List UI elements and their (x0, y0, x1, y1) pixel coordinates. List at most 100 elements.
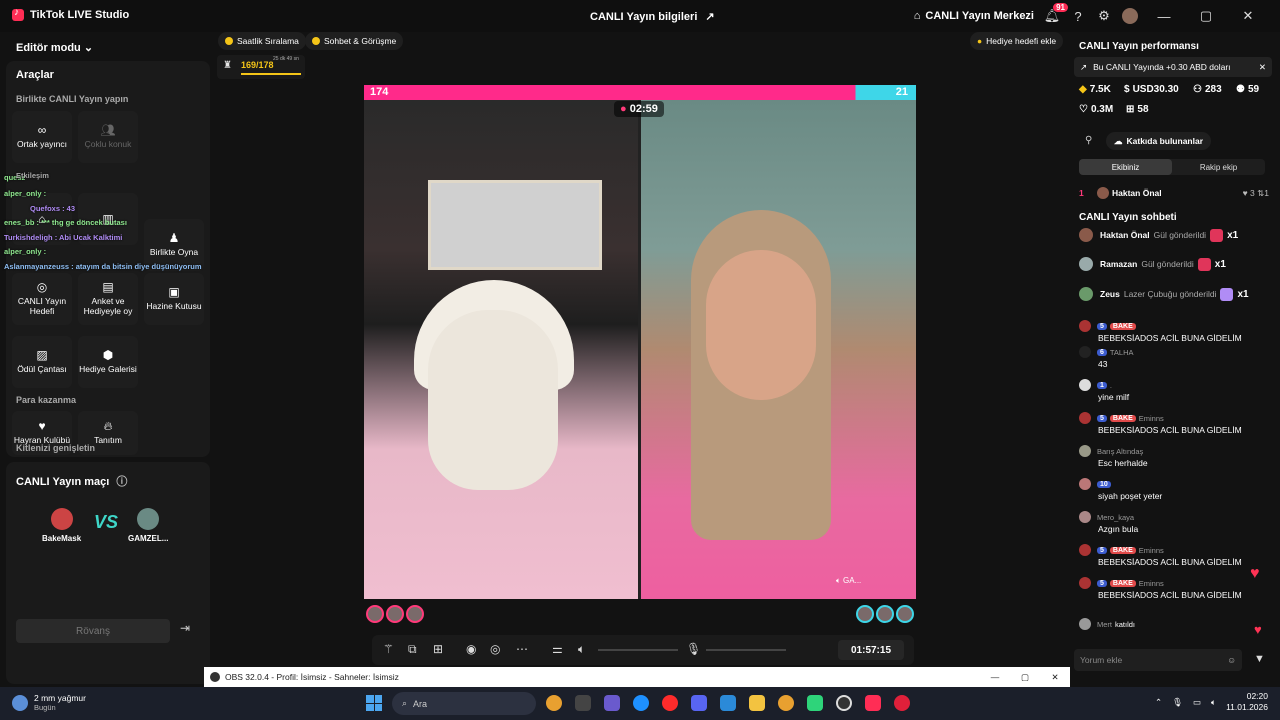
tiktok-icon[interactable] (865, 695, 881, 711)
supporter-avatar[interactable] (896, 605, 914, 623)
emoji-icon[interactable]: ☺ (1227, 655, 1236, 665)
close-icon[interactable]: ✕ (1040, 667, 1070, 687)
microphone-icon[interactable]: 🎙︎ (686, 642, 701, 656)
record-icon[interactable]: ◉ (466, 642, 476, 656)
youtube-icon[interactable] (894, 695, 910, 711)
filter-icon[interactable]: ▼ (1254, 653, 1265, 665)
volume-icon[interactable]: 🔈︎ (578, 642, 585, 657)
close-icon[interactable]: ✕ (1232, 8, 1264, 24)
tab-rival-team[interactable]: Rakip ekip (1172, 159, 1265, 175)
hourly-rank-chip[interactable]: Saatlik Sıralama (218, 32, 306, 50)
co-host-tool[interactable]: ∞ Ortak yayıncı (12, 111, 72, 163)
weather-widget[interactable]: 2 mm yağmur Bugün (12, 693, 86, 712)
tab-our-team[interactable]: Ekibiniz (1079, 159, 1172, 175)
supporter-avatar[interactable] (366, 605, 384, 623)
mic-slider[interactable] (706, 649, 786, 651)
chat-message[interactable]: 5 BAKE Eminns BEBEKSİADOS ACİL BUNA GİDELİ… (1079, 412, 1274, 435)
minimize-icon[interactable]: — (1148, 9, 1180, 24)
supporter-avatar[interactable] (876, 605, 894, 623)
maximize-icon[interactable]: ▢ (1010, 667, 1040, 687)
notification-bell-icon[interactable]: 🔔︎ 91 (1044, 3, 1068, 24)
level-badge: 5 (1097, 322, 1107, 330)
camera-icon[interactable]: ◎ (490, 642, 500, 656)
adjust-icon[interactable]: ⚌ (552, 642, 563, 656)
fan-badge: BAKE (1109, 579, 1136, 587)
comment-input[interactable]: Yorum ekle ☺ (1074, 649, 1242, 671)
chat-body: 43 (1098, 359, 1108, 369)
chrome-icon[interactable] (778, 695, 794, 711)
chat-message[interactable]: 5 BAKE Eminns BEBEKSİADOS ACİL BUNA GİDELİ… (1079, 577, 1274, 600)
chat-meet-chip[interactable]: Sohbet & Görüşme (305, 32, 404, 50)
chat-message[interactable]: 1. yine milf (1079, 379, 1274, 402)
chat-body: yine milf (1098, 392, 1130, 402)
player-right[interactable]: GAMZEL... (128, 508, 168, 543)
right-panel: CANLI Yayın performansı ↗ Bu CANLI Yayın… (1068, 32, 1280, 687)
minimize-icon[interactable]: — (980, 667, 1010, 687)
chat-message[interactable]: 5 BAKE Eminns BEBEKSİADOS ACİL BUNA GİDELİ… (1079, 544, 1274, 567)
display-icon[interactable]: ▭ (1193, 697, 1201, 708)
chat-message[interactable]: 10 siyah poşet yeter (1079, 478, 1274, 501)
level-badge: 6 (1097, 348, 1107, 356)
live-center-link[interactable]: ⌂ CANLI Yayın Merkezi (914, 10, 1034, 22)
chat-message[interactable]: Mero_kaya Azgın bula (1079, 511, 1274, 534)
close-icon[interactable]: ✕ (1259, 62, 1266, 73)
files-icon[interactable] (575, 695, 591, 711)
mail-icon[interactable] (720, 695, 736, 711)
player-right-name: GAMZEL... (128, 534, 169, 543)
profile-avatar[interactable] (1122, 8, 1138, 24)
magic-wand-icon[interactable]: ⚚ (383, 642, 394, 656)
help-icon[interactable]: ? (1070, 8, 1086, 24)
share-icon[interactable]: ↗ (705, 10, 714, 23)
chevron-up-icon[interactable]: ⌃ (1155, 697, 1162, 708)
chat-message[interactable]: Barış Altındaş Esc herhalde (1079, 445, 1274, 468)
rematch-button[interactable]: Rövanş (16, 619, 170, 643)
add-user-icon[interactable]: ⚲ (1085, 135, 1092, 146)
volume-slider[interactable] (598, 649, 678, 651)
chat-message[interactable]: 5 BAKE BEBEKSİADOS ACİL BUNA GİDELİM (1079, 320, 1274, 343)
info-icon[interactable]: ⓘ (116, 476, 127, 488)
usd-value: USD30.30 (1132, 84, 1179, 95)
top-contributor[interactable]: 1 Haktan Önal ♥ 3 ⇅1 (1079, 185, 1269, 201)
layout-icon[interactable]: ⊞ (433, 642, 443, 656)
whatsapp-icon[interactable] (807, 695, 823, 711)
player-left[interactable]: BakeMask (42, 508, 81, 543)
teams-icon[interactable] (604, 695, 620, 711)
gift-gallery-tool[interactable]: ⬢ Hediye Galerisi (78, 336, 138, 388)
contributors-button[interactable]: ☁ Katkıda bulunanlar (1106, 132, 1212, 150)
reward-bag-tool[interactable]: ▨ Ödül Çantası (12, 336, 72, 388)
supporter-avatar[interactable] (406, 605, 424, 623)
live-goal-tool[interactable]: ◎ CANLI Yayın Hedefi (12, 273, 72, 325)
start-button[interactable] (366, 695, 382, 711)
editor-mode-dropdown[interactable]: Editör modu ⌄ (16, 41, 93, 54)
exit-icon[interactable]: ⇥ (180, 621, 196, 637)
gift-goal-chip[interactable]: ● Hediye hedefi ekle (970, 32, 1064, 50)
opera-icon[interactable] (662, 695, 678, 711)
overlay-line: Aslanmayanzeuss : atayım da bitsin diye … (4, 262, 202, 271)
taskbar-search[interactable]: ⌕ Ara (392, 692, 536, 715)
taskbar-clock[interactable]: 02:20 11.01.2026 (1226, 691, 1268, 713)
gift-message: Zeus Lazer Çubuğu gönderildi x1 (1079, 287, 1249, 301)
edge-icon[interactable] (633, 695, 649, 711)
poll-tool[interactable]: ▤ Anket ve Hediyeyle oy (78, 273, 138, 325)
treasure-tool[interactable]: ▣ Hazine Kutusu (144, 273, 204, 325)
followers-value: 59 (1247, 84, 1260, 95)
chrome-icon[interactable] (546, 695, 562, 711)
supporter-avatar[interactable] (856, 605, 874, 623)
speaker-icon[interactable]: 🔈︎ (1211, 697, 1216, 708)
settings-gear-icon[interactable]: ⚙ (1096, 8, 1112, 24)
promo-banner[interactable]: ↗ Bu CANLI Yayında +0.30 ABD doları ✕ (1074, 57, 1272, 77)
multi-guest-tool[interactable]: 👥︎ Çoklu konuk (78, 111, 138, 163)
folder-icon[interactable] (749, 695, 765, 711)
opponent-tag[interactable]: 🔈︎ GA... (836, 576, 861, 586)
chat-avatar (1079, 379, 1091, 391)
chat-message[interactable]: 6 TALHA 43 (1079, 346, 1274, 369)
microphone-icon[interactable]: 🎙︎ (1172, 697, 1183, 708)
more-icon[interactable]: ⋯ (516, 642, 528, 656)
screen-share-icon[interactable]: ⧉ (408, 642, 417, 657)
obs-window-bar[interactable]: OBS 32.0.4 - Profil: İsimsiz - Sahneler:… (204, 667, 1070, 687)
obs-icon[interactable] (836, 695, 852, 711)
discord-icon[interactable] (691, 695, 707, 711)
live-info-title[interactable]: CANLI Yayın bilgileri ↗ (590, 10, 715, 24)
maximize-icon[interactable]: ▢ (1190, 8, 1222, 24)
supporter-avatar[interactable] (386, 605, 404, 623)
